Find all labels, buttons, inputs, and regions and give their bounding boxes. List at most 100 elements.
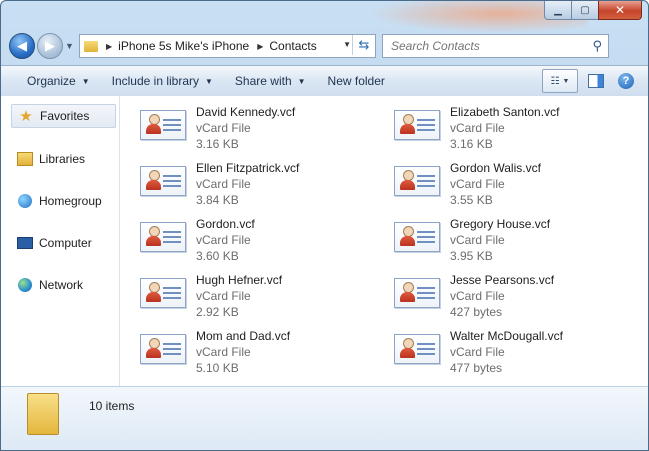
explorer-window: ▁ ▢ ✕ ◀ ▶ ▼ ▶ iPhone 5s Mike's iPhone ▶ … — [0, 0, 649, 451]
chevron-down-icon: ▼ — [205, 76, 213, 86]
file-name: David Kennedy.vcf — [196, 105, 296, 119]
chevron-down-icon: ▼ — [81, 76, 90, 86]
nav-item-libraries[interactable]: Libraries — [11, 148, 116, 170]
nav-item-favorites[interactable]: ★ Favorites — [11, 104, 116, 128]
share-with-button[interactable]: Share with ▼ — [227, 69, 314, 93]
file-size: 3.95 KB — [450, 249, 493, 263]
address-row: ◀ ▶ ▼ ▶ iPhone 5s Mike's iPhone ▶ Contac… — [9, 32, 642, 60]
network-icon — [18, 278, 32, 292]
recent-pages-dropdown[interactable]: ▼ — [65, 41, 75, 51]
folder-icon — [27, 393, 59, 435]
help-icon: ? — [618, 73, 634, 89]
vcard-icon — [394, 278, 440, 308]
vcard-icon — [140, 334, 186, 364]
file-type: vCard File — [196, 345, 251, 359]
nav-label: Computer — [39, 236, 92, 250]
share-label: Share with — [234, 74, 292, 88]
help-button[interactable]: ? — [614, 70, 638, 92]
file-item[interactable]: Mom and Dad.vcf vCard File 5.10 KB — [140, 328, 380, 380]
file-name: Gregory House.vcf — [450, 217, 551, 231]
organize-label: Organize — [27, 74, 76, 88]
vcard-icon — [140, 278, 186, 308]
new-folder-label: New folder — [327, 74, 385, 88]
search-input[interactable] — [389, 38, 583, 54]
minimize-button[interactable]: ▁ — [544, 1, 572, 20]
file-name: Ellen Fitzpatrick.vcf — [196, 161, 300, 175]
item-count: 10 items — [89, 399, 135, 413]
details-pane: 10 items — [1, 386, 648, 450]
file-type: vCard File — [450, 233, 505, 247]
breadcrumb-iphone[interactable]: iPhone 5s Mike's iPhone — [118, 39, 249, 53]
include-in-library-button[interactable]: Include in library ▼ — [104, 69, 221, 93]
nav-label: Favorites — [40, 109, 90, 123]
forward-button[interactable]: ▶ — [37, 33, 63, 59]
vcard-icon — [140, 222, 186, 252]
nav-label: Network — [39, 278, 84, 292]
file-item[interactable]: Gordon.vcf vCard File 3.60 KB — [140, 216, 380, 268]
file-type: vCard File — [450, 177, 505, 191]
file-name: Gordon Walis.vcf — [450, 161, 541, 175]
change-view-button[interactable]: ☷ ▼ — [542, 69, 578, 93]
file-size: 3.84 KB — [196, 193, 239, 207]
address-bar[interactable]: ▶ iPhone 5s Mike's iPhone ▶ Contacts ▼ ⇆ — [79, 34, 376, 58]
preview-pane-button[interactable] — [584, 70, 608, 92]
navigation-pane: ★ Favorites Libraries Homegroup Computer … — [1, 96, 120, 386]
maximize-button[interactable]: ▢ — [572, 1, 598, 20]
file-item[interactable]: Ellen Fitzpatrick.vcf vCard File 3.84 KB — [140, 160, 380, 212]
view-tiles-icon: ☷ — [550, 75, 560, 87]
vcard-icon — [140, 110, 186, 140]
nav-item-computer[interactable]: Computer — [11, 232, 116, 254]
nav-label: Homegroup — [39, 194, 102, 208]
file-name: Elizabeth Santon.vcf — [450, 105, 560, 119]
file-size: 3.16 KB — [196, 137, 239, 151]
star-icon: ★ — [19, 108, 33, 125]
file-type: vCard File — [196, 233, 251, 247]
caption-buttons: ▁ ▢ ✕ — [544, 1, 642, 20]
file-item[interactable]: Walter McDougall.vcf vCard File 477 bytes — [394, 328, 634, 380]
content-area: ★ Favorites Libraries Homegroup Computer … — [1, 96, 648, 386]
chevron-down-icon: ▼ — [297, 76, 306, 86]
file-item[interactable]: Hugh Hefner.vcf vCard File 2.92 KB — [140, 272, 380, 324]
command-bar: Organize ▼ Include in library ▼ Share with… — [1, 65, 648, 97]
include-label: Include in library — [111, 74, 199, 88]
preview-pane-icon — [588, 74, 604, 88]
file-item[interactable]: Jesse Pearsons.vcf vCard File 427 bytes — [394, 272, 634, 324]
vcard-icon — [394, 334, 440, 364]
file-type: vCard File — [196, 121, 251, 135]
organize-button[interactable]: Organize ▼ — [19, 69, 98, 93]
file-item[interactable]: Gregory House.vcf vCard File 3.95 KB — [394, 216, 634, 268]
back-button[interactable]: ◀ — [9, 33, 35, 59]
file-type: vCard File — [450, 345, 505, 359]
file-type: vCard File — [450, 121, 505, 135]
search-icon[interactable]: ⚲ — [592, 38, 602, 54]
search-box[interactable]: ⚲ — [382, 34, 609, 58]
breadcrumb-chevron-icon[interactable]: ▶ — [257, 42, 263, 51]
breadcrumb-chevron-icon[interactable]: ▶ — [106, 42, 112, 51]
file-size: 477 bytes — [450, 361, 503, 375]
file-size: 427 bytes — [450, 305, 503, 319]
vcard-icon — [394, 222, 440, 252]
nav-item-homegroup[interactable]: Homegroup — [11, 190, 116, 212]
file-size: 3.16 KB — [450, 137, 493, 151]
libraries-icon — [17, 152, 33, 166]
address-dropdown-icon[interactable]: ▼ — [343, 40, 351, 49]
file-name: Jesse Pearsons.vcf — [450, 273, 555, 287]
homegroup-icon — [18, 194, 32, 208]
file-name: Hugh Hefner.vcf — [196, 273, 283, 287]
file-item[interactable]: David Kennedy.vcf vCard File 3.16 KB — [140, 104, 380, 156]
file-name: Gordon.vcf — [196, 217, 255, 231]
computer-icon — [17, 237, 33, 249]
file-size: 3.60 KB — [196, 249, 239, 263]
nav-item-network[interactable]: Network — [11, 274, 116, 296]
arrow-right-icon: ▶ — [45, 38, 55, 53]
new-folder-button[interactable]: New folder — [320, 69, 393, 93]
file-size: 3.55 KB — [450, 193, 493, 207]
nav-label: Libraries — [39, 152, 86, 166]
folder-icon — [84, 40, 98, 52]
refresh-button[interactable]: ⇆ — [352, 35, 375, 55]
close-button[interactable]: ✕ — [598, 1, 642, 20]
file-item[interactable]: Gordon Walis.vcf vCard File 3.55 KB — [394, 160, 634, 212]
file-type: vCard File — [450, 289, 505, 303]
breadcrumb-contacts[interactable]: Contacts — [269, 39, 316, 53]
file-item[interactable]: Elizabeth Santon.vcf vCard File 3.16 KB — [394, 104, 634, 156]
